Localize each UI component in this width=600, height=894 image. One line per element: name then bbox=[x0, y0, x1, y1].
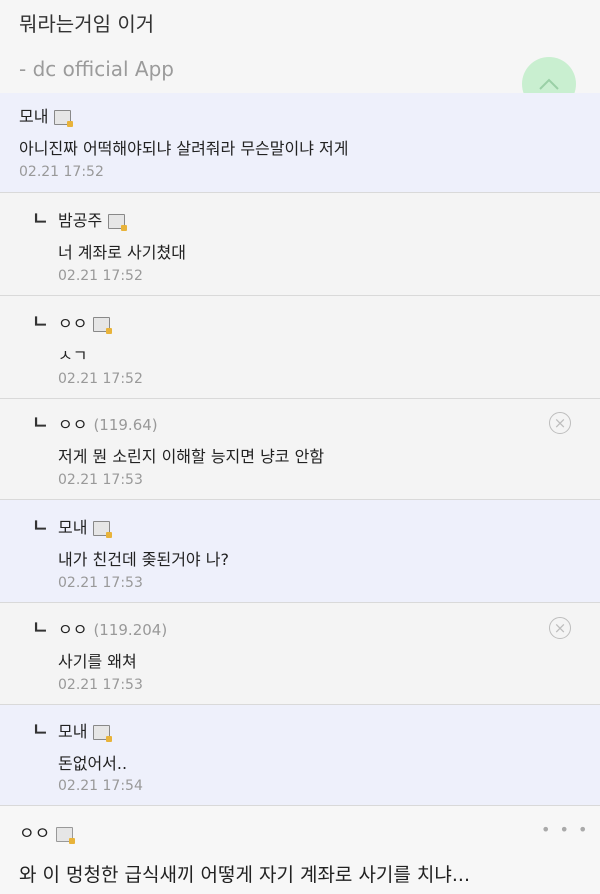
reply-mark: ㄴ bbox=[32, 312, 49, 333]
comment-nick[interactable]: ㅇㅇ (119.204) bbox=[58, 616, 167, 640]
nick-label: ㅇㅇ bbox=[58, 415, 88, 434]
reply-mark: ㄴ bbox=[32, 209, 49, 230]
comment-nick[interactable]: ㅇㅇ (119.64) bbox=[58, 411, 158, 435]
comment-date: 02.21 17:53 bbox=[58, 575, 143, 591]
fixed-nick-icon bbox=[108, 214, 128, 231]
comment-body: 돈없어서.. bbox=[58, 754, 128, 773]
more-options-button[interactable]: • • • bbox=[541, 820, 589, 839]
nick-label: ㅇㅇ bbox=[58, 620, 88, 639]
nick-label: 모내 bbox=[19, 107, 49, 126]
comment-date: 02.21 17:52 bbox=[19, 164, 104, 180]
comment: 모내 아니진짜 어떡해야되냐 살려줘라 무슨말이냐 저게 02.21 17:52 bbox=[0, 93, 600, 193]
reply-mark: ㄴ bbox=[32, 618, 49, 639]
comment-nick[interactable]: 모내 bbox=[58, 718, 113, 742]
post-title: 뭐라는거임 이거 bbox=[19, 12, 155, 36]
comment-body: 아니진짜 어떡해야되냐 살려줘라 무슨말이냐 저게 bbox=[19, 139, 349, 158]
nick-label: ㅇㅇ bbox=[58, 314, 88, 333]
reply: ㄴ 모내 돈없어서.. 02.21 17:54 bbox=[0, 705, 600, 806]
comment-body: 저게 뭔 소린지 이해할 능지면 냥코 안함 bbox=[58, 447, 325, 466]
comment-nick[interactable]: 모내 bbox=[19, 103, 74, 127]
comment-date: 02.21 17:54 bbox=[58, 778, 143, 794]
ip-label: (119.204) bbox=[93, 621, 168, 639]
comment-date: 02.21 17:53 bbox=[58, 677, 143, 693]
comment-nick[interactable]: 밤공주 bbox=[58, 207, 128, 231]
comment-date: 02.21 17:52 bbox=[58, 268, 143, 284]
reply-mark: ㄴ bbox=[32, 413, 49, 434]
reply-mark: ㄴ bbox=[32, 516, 49, 537]
comment-body: 사기를 왜쳐 bbox=[58, 652, 137, 671]
reply: ㄴ ㅇㅇ ㅅㄱ 02.21 17:52 bbox=[0, 296, 600, 399]
fixed-nick-icon bbox=[93, 521, 113, 538]
fixed-nick-icon bbox=[93, 725, 113, 742]
reply-mark: ㄴ bbox=[32, 720, 49, 741]
comment-body: 와 이 멍청한 급식새끼 어떻게 자기 계좌로 사기를 치냐... bbox=[19, 864, 470, 886]
nick-label: 밤공주 bbox=[58, 211, 103, 230]
fixed-nick-icon bbox=[56, 826, 76, 844]
comment-body: 너 계좌로 사기쳤대 bbox=[58, 243, 186, 262]
delete-icon[interactable]: × bbox=[549, 412, 571, 434]
app-signature: - dc official App bbox=[19, 57, 174, 81]
nick-label: 모내 bbox=[58, 518, 88, 537]
post-header: 뭐라는거임 이거 - dc official App bbox=[0, 0, 600, 93]
comment: ㅇㅇ • • • 와 이 멍청한 급식새끼 어떻게 자기 계좌로 사기를 치냐.… bbox=[0, 806, 600, 894]
comment-body: 내가 친건데 좆된거야 나? bbox=[58, 550, 229, 569]
reply: ㄴ ㅇㅇ (119.64) × 저게 뭔 소린지 이해할 능지면 냥코 안함 02… bbox=[0, 399, 600, 500]
fixed-nick-icon bbox=[54, 110, 74, 127]
reply: ㄴ 밤공주 너 계좌로 사기쳤대 02.21 17:52 bbox=[0, 193, 600, 296]
comment-nick[interactable]: ㅇㅇ bbox=[58, 310, 113, 334]
comment-date: 02.21 17:53 bbox=[58, 472, 143, 488]
reply: ㄴ 모내 내가 친건데 좆된거야 나? 02.21 17:53 bbox=[0, 500, 600, 603]
comment-date: 02.21 17:52 bbox=[58, 371, 143, 387]
comment-nick[interactable]: ㅇㅇ bbox=[19, 819, 76, 844]
ip-label: (119.64) bbox=[93, 416, 158, 434]
fixed-nick-icon bbox=[93, 317, 113, 334]
nick-label: ㅇㅇ bbox=[19, 824, 51, 844]
comment-body: ㅅㄱ bbox=[58, 346, 88, 365]
delete-icon[interactable]: × bbox=[549, 617, 571, 639]
reply: ㄴ ㅇㅇ (119.204) × 사기를 왜쳐 02.21 17:53 bbox=[0, 603, 600, 705]
nick-label: 모내 bbox=[58, 722, 88, 741]
comment-nick[interactable]: 모내 bbox=[58, 514, 113, 538]
